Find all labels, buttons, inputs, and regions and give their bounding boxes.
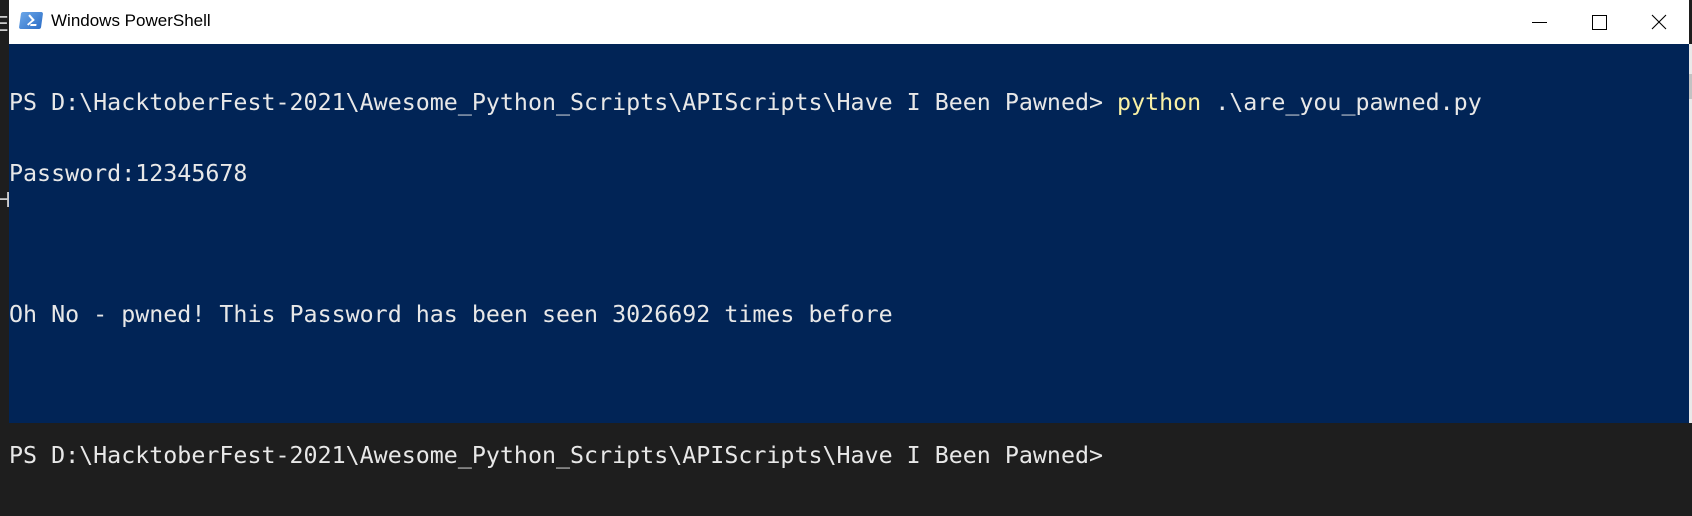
- window-title: Windows PowerShell: [51, 11, 211, 30]
- terminal-output[interactable]: PS D:\HacktoberFest-2021\Awesome_Python_…: [9, 44, 1689, 467]
- minimize-icon: [1531, 21, 1547, 23]
- terminal-line: PS D:\HacktoberFest-2021\Awesome_Python_…: [9, 91, 1689, 115]
- command-args: .\are_you_pawned.py: [1201, 89, 1482, 116]
- terminal-line: Oh No - pwned! This Password has been se…: [9, 300, 893, 328]
- close-icon: [1651, 14, 1667, 30]
- powershell-window: Windows PowerShell PS D:\HacktoberFest-2…: [9, 0, 1689, 467]
- maximize-button[interactable]: [1569, 0, 1629, 44]
- command: python: [1117, 89, 1202, 116]
- prompt: PS D:\HacktoberFest-2021\Awesome_Python_…: [9, 89, 1118, 116]
- close-button[interactable]: [1629, 0, 1689, 44]
- powershell-icon: [18, 12, 44, 29]
- title-bar[interactable]: Windows PowerShell: [9, 0, 1689, 44]
- terminal-line: Password:12345678: [9, 159, 248, 187]
- background-editor-strip: EH: [0, 0, 9, 423]
- terminal-line: PS D:\HacktoberFest-2021\Awesome_Python_…: [9, 441, 1104, 469]
- minimize-button[interactable]: [1509, 0, 1569, 44]
- maximize-icon: [1591, 14, 1607, 30]
